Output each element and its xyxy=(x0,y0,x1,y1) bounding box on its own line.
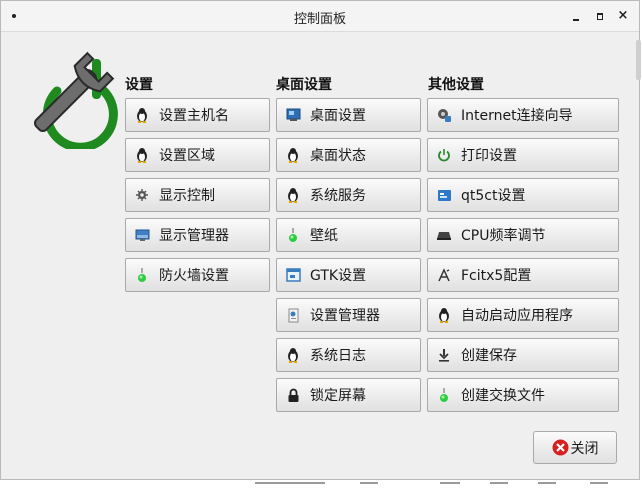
column-heading-other: 其他设置 xyxy=(428,77,484,93)
power-icon xyxy=(436,147,452,163)
settings-doc-icon xyxy=(285,307,301,323)
scrollbar-edge xyxy=(636,40,641,80)
wallpaper-label: 壁纸 xyxy=(310,228,338,244)
set-locale-label: 设置区域 xyxy=(159,148,215,164)
desktop-status-button[interactable]: 桌面状态 xyxy=(276,138,421,172)
set-hostname-label: 设置主机名 xyxy=(159,108,229,124)
wallpaper-button[interactable]: 壁纸 xyxy=(276,218,421,252)
text-fragment xyxy=(538,482,556,484)
create-swap-label: 创建交换文件 xyxy=(461,388,545,404)
keyboard-pen-icon xyxy=(436,267,452,283)
display-control-button[interactable]: 显示控制 xyxy=(125,178,270,212)
settings-manager-button[interactable]: 设置管理器 xyxy=(276,298,421,332)
window-title: 控制面板 xyxy=(293,12,346,27)
print-settings-label: 打印设置 xyxy=(461,148,517,164)
autostart-apps-button[interactable]: 自动启动应用程序 xyxy=(427,298,619,332)
system-log-label: 系统日志 xyxy=(310,348,366,364)
tux-icon xyxy=(436,307,452,323)
text-fragment xyxy=(440,482,460,484)
text-fragment xyxy=(490,482,508,484)
internet-wizard-button[interactable]: Internet连接向导 xyxy=(427,98,619,132)
print-settings-button[interactable]: 打印设置 xyxy=(427,138,619,172)
control-panel-window: 控制面板 × 设置 桌面设置 其他设置 设置主机名 设置区域 显示控制 显示管理… xyxy=(0,0,640,480)
display-manager-label: 显示管理器 xyxy=(159,228,229,244)
gtk-window-icon xyxy=(285,267,301,283)
fcitx5-config-label: Fcitx5配置 xyxy=(461,268,532,284)
internet-wizard-label: Internet连接向导 xyxy=(461,108,573,124)
tux-icon xyxy=(285,187,301,203)
firewall-settings-label: 防火墙设置 xyxy=(159,268,229,284)
flask-icon xyxy=(285,227,301,243)
tux-icon xyxy=(285,347,301,363)
text-fragment xyxy=(255,482,325,484)
desktop-settings-button[interactable]: 桌面设置 xyxy=(276,98,421,132)
cpu-frequency-button[interactable]: CPU频率调节 xyxy=(427,218,619,252)
flask-icon xyxy=(134,267,150,283)
close-button-label: 关闭 xyxy=(570,440,599,457)
fcitx5-config-button[interactable]: Fcitx5配置 xyxy=(427,258,619,292)
settings-manager-label: 设置管理器 xyxy=(310,308,380,324)
system-services-button[interactable]: 系统服务 xyxy=(276,178,421,212)
background-window-strip xyxy=(0,480,642,493)
gtk-settings-label: GTK设置 xyxy=(310,268,367,284)
gtk-settings-button[interactable]: GTK设置 xyxy=(276,258,421,292)
minimize-icon[interactable] xyxy=(569,9,583,23)
tux-icon xyxy=(285,147,301,163)
autostart-apps-label: 自动启动应用程序 xyxy=(461,308,573,324)
set-locale-button[interactable]: 设置区域 xyxy=(125,138,270,172)
network-wizard-icon xyxy=(436,107,452,123)
desktop-icon xyxy=(285,107,301,123)
create-save-button[interactable]: 创建保存 xyxy=(427,338,619,372)
red-x-icon xyxy=(552,439,568,456)
column-heading-settings: 设置 xyxy=(125,77,153,93)
display-control-label: 显示控制 xyxy=(159,188,215,204)
cpu-icon xyxy=(436,227,452,243)
system-services-label: 系统服务 xyxy=(310,188,366,204)
desktop-settings-label: 桌面设置 xyxy=(310,108,366,124)
column-heading-desktop: 桌面设置 xyxy=(276,77,332,93)
create-swap-button[interactable]: 创建交换文件 xyxy=(427,378,619,412)
title-bar[interactable]: 控制面板 × xyxy=(1,1,639,32)
set-hostname-button[interactable]: 设置主机名 xyxy=(125,98,270,132)
flask-icon xyxy=(436,387,452,403)
qt5ct-settings-label: qt5ct设置 xyxy=(461,188,526,204)
desktop-status-label: 桌面状态 xyxy=(310,148,366,164)
lock-screen-button[interactable]: 锁定屏幕 xyxy=(276,378,421,412)
maximize-icon[interactable] xyxy=(593,9,607,23)
tux-icon xyxy=(134,147,150,163)
control-panel-logo-icon xyxy=(34,51,118,149)
system-log-button[interactable]: 系统日志 xyxy=(276,338,421,372)
download-icon xyxy=(436,347,452,363)
lock-screen-label: 锁定屏幕 xyxy=(310,388,366,404)
tux-icon xyxy=(134,107,150,123)
qt5ct-settings-button[interactable]: qt5ct设置 xyxy=(427,178,619,212)
close-window-icon[interactable]: × xyxy=(616,9,630,23)
monitor-icon xyxy=(134,227,150,243)
display-gear-icon xyxy=(134,187,150,203)
firewall-settings-button[interactable]: 防火墙设置 xyxy=(125,258,270,292)
text-fragment xyxy=(590,482,608,484)
lock-icon xyxy=(285,387,301,403)
display-manager-button[interactable]: 显示管理器 xyxy=(125,218,270,252)
create-save-label: 创建保存 xyxy=(461,348,517,364)
text-fragment xyxy=(360,482,378,484)
qt-window-icon xyxy=(436,187,452,203)
close-button[interactable]: 关闭 xyxy=(533,431,617,464)
cpu-frequency-label: CPU频率调节 xyxy=(461,228,546,244)
